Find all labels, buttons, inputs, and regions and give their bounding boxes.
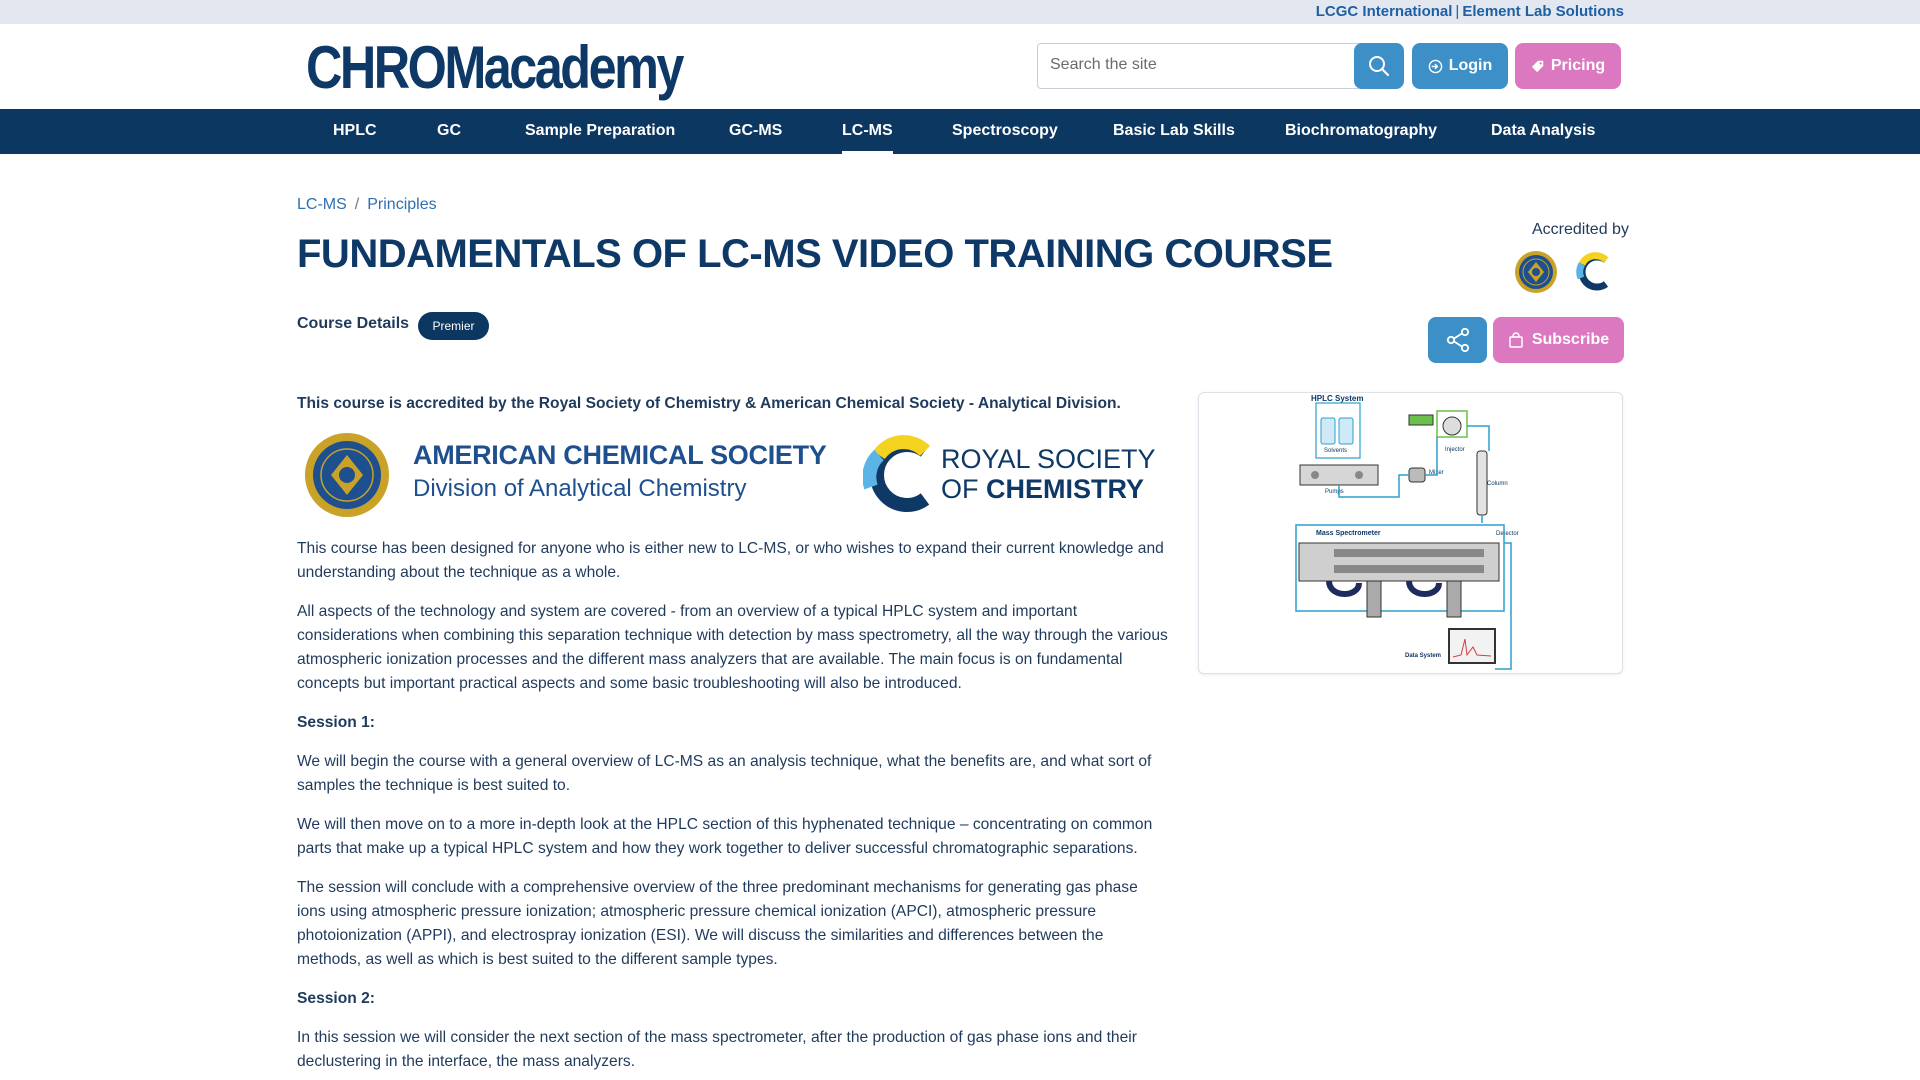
nav-item-sample-preparation[interactable]: Sample Preparation	[525, 109, 675, 154]
nav-item-gc-ms[interactable]: GC-MS	[729, 109, 782, 154]
nav-item-hplc[interactable]: HPLC	[333, 109, 377, 154]
vacuum-lines	[1326, 580, 1442, 597]
acs-name: AMERICAN CHEMICAL SOCIETY	[413, 440, 827, 470]
autosampler-tray	[1408, 414, 1434, 426]
label-detector: Detector	[1496, 531, 1519, 537]
element-lab-solutions-link[interactable]: Element Lab Solutions	[1462, 3, 1624, 20]
intro-paragraph-2: All aspects of the technology and system…	[297, 603, 1168, 692]
data-system-monitor	[1448, 628, 1496, 664]
rsc-name-bold: CHEMISTRY	[986, 474, 1145, 504]
accredited-by-label: Accredited by	[1532, 221, 1629, 238]
top-utility-bar: LCGC International | Element Lab Solutions	[0, 0, 1920, 24]
intro-paragraph-1: This course has been designed for anyone…	[297, 540, 1164, 581]
course-description: This course is accredited by the Royal S…	[297, 392, 1169, 1080]
vacuum-pump-b	[1446, 580, 1462, 618]
label-column: Column	[1487, 481, 1508, 487]
breadcrumb-separator: /	[354, 196, 360, 213]
premier-badge: Premier	[418, 312, 489, 340]
solvent-bottle-b	[1338, 417, 1354, 445]
shopping-bag-icon	[1509, 332, 1523, 348]
breadcrumb-lc-ms[interactable]: LC-MS	[297, 196, 347, 213]
accreditation-logos: AMERICAN CHEMICAL SOCIETY Division of An…	[297, 431, 1169, 519]
page-title: FUNDAMENTALS OF LC-MS VIDEO TRAINING COU…	[297, 232, 1333, 276]
share-icon	[1446, 327, 1469, 353]
accreditation-statement: This course is accredited by the Royal S…	[297, 395, 1121, 412]
session-1-heading: Session 1:	[297, 714, 375, 731]
partner-links-separator: |	[1455, 3, 1460, 20]
label-pumps: Pumps	[1325, 489, 1344, 495]
ms-body	[1298, 542, 1500, 582]
course-details-label: Course Details	[297, 315, 410, 332]
nav-item-data-analysis[interactable]: Data Analysis	[1491, 109, 1595, 154]
breadcrumb-principles[interactable]: Principles	[367, 196, 436, 213]
nav-item-gc[interactable]: GC	[437, 109, 461, 154]
session-2-heading: Session 2:	[297, 990, 375, 1007]
rsc-name-line1: ROYAL SOCIETY	[941, 444, 1156, 474]
nav-item-spectroscopy[interactable]: Spectroscopy	[952, 109, 1058, 154]
tag-icon	[1531, 60, 1544, 73]
search-icon	[1369, 56, 1390, 77]
rsc-logo-icon	[863, 435, 930, 512]
acs-seal-icon	[305, 433, 389, 517]
session-2-paragraph-1: In this session we will consider the nex…	[297, 1029, 1137, 1070]
subscribe-button[interactable]: Subscribe	[1493, 317, 1624, 363]
login-icon	[1428, 59, 1443, 73]
acs-division-seal-logo	[1515, 251, 1557, 293]
acs-division: Division of Analytical Chemistry	[413, 475, 747, 502]
nav-item-lc-ms[interactable]: LC-MS	[842, 109, 893, 154]
solvent-bottle-a	[1320, 417, 1336, 445]
search-input[interactable]	[1050, 56, 1350, 74]
column-tube	[1476, 450, 1488, 516]
subscribe-label: Subscribe	[1531, 331, 1610, 348]
pump-b	[1355, 471, 1363, 479]
label-injector: Injector	[1445, 447, 1465, 453]
rsc-name-line2: OF CHEMISTRY	[941, 474, 1145, 504]
chromacademy-logo[interactable]: CHROMacademy	[306, 36, 684, 100]
rsc-name-prefix: OF	[941, 474, 986, 504]
search-box	[1037, 43, 1401, 89]
pricing-button[interactable]: Pricing	[1515, 43, 1621, 89]
breadcrumb: LC-MS / Principles	[297, 196, 437, 214]
nav-item-basic-lab-skills[interactable]: Basic Lab Skills	[1113, 109, 1235, 154]
nav-item-biochromatography[interactable]: Biochromatography	[1285, 109, 1437, 154]
pump-a	[1311, 471, 1319, 479]
ms-quadrupoles-bottom	[1334, 565, 1484, 573]
session-1-paragraph-1: We will begin the course with a general …	[297, 753, 1152, 794]
login-button[interactable]: Login	[1412, 43, 1508, 89]
vacuum-pump-a	[1366, 580, 1382, 618]
lcms-system-diagram: HPLC System Solvents Pumps Mixer Injecto…	[1198, 392, 1623, 674]
lcms-diagram-svg: HPLC System Solvents Pumps Mixer Injecto…	[1295, 394, 1519, 670]
ms-quadrupoles-top	[1334, 549, 1484, 557]
label-solvents: Solvents	[1324, 448, 1347, 454]
lcgc-international-link[interactable]: LCGC International	[1316, 3, 1453, 20]
injector-valve	[1442, 416, 1462, 436]
pricing-label: Pricing	[1550, 57, 1606, 74]
share-button[interactable]	[1428, 317, 1487, 363]
partner-links: LCGC International | Element Lab Solutions	[1316, 3, 1624, 20]
session-1-paragraph-3: The session will conclude with a compreh…	[297, 879, 1138, 968]
session-1-paragraph-2: We will then move on to a more in-depth …	[297, 816, 1153, 857]
search-button[interactable]	[1354, 43, 1404, 89]
login-label: Login	[1448, 57, 1493, 74]
label-mass-spectrometer: Mass Spectrometer	[1316, 530, 1381, 537]
label-data-system: Data System	[1405, 653, 1441, 659]
mixer-unit	[1408, 467, 1426, 483]
main-nav: HPLC GC Sample Preparation GC-MS LC-MS S…	[0, 109, 1920, 154]
rsc-c-logo	[1576, 252, 1609, 291]
label-hplc-system: HPLC System	[1311, 394, 1363, 403]
